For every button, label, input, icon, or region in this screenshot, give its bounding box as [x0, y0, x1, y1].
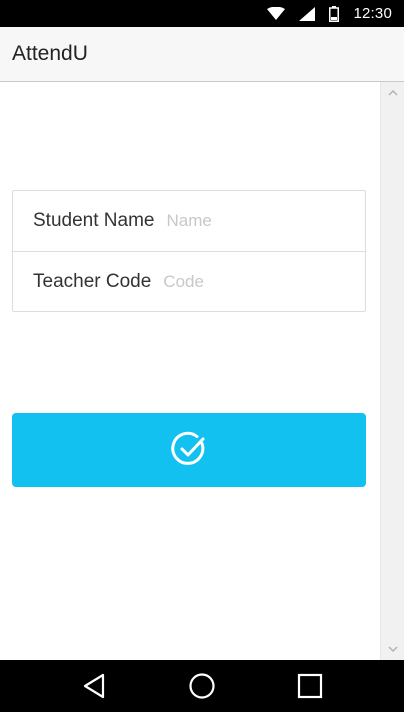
- app-title: AttendU: [12, 42, 88, 65]
- login-form: Student Name Teacher Code: [12, 190, 366, 312]
- status-bar: 12:30: [0, 0, 404, 27]
- recents-icon[interactable]: [290, 666, 330, 706]
- student-name-label: Student Name: [33, 210, 155, 231]
- content-area[interactable]: Student Name Teacher Code: [0, 82, 404, 660]
- teacher-code-label: Teacher Code: [33, 270, 152, 292]
- teacher-code-row: Teacher Code: [13, 251, 365, 311]
- scroll-up-arrow-icon[interactable]: [381, 84, 404, 102]
- student-name-row: Student Name: [13, 191, 365, 251]
- app-bar: AttendU: [0, 27, 404, 82]
- battery-icon: [329, 5, 340, 22]
- wifi-icon: [267, 6, 286, 21]
- home-icon[interactable]: [182, 666, 222, 706]
- back-icon[interactable]: [74, 666, 114, 706]
- student-name-input[interactable]: [166, 201, 365, 241]
- scrollbar[interactable]: [380, 82, 404, 660]
- signal-icon: [299, 6, 316, 21]
- submit-button[interactable]: [12, 413, 366, 487]
- scroll-down-arrow-icon[interactable]: [381, 640, 404, 658]
- nav-bar: [0, 660, 404, 712]
- status-time: 12:30: [353, 5, 392, 22]
- check-circle-icon: [171, 431, 207, 470]
- app-screen: 12:30 AttendU Student Name Teacher Code: [0, 0, 404, 712]
- teacher-code-input[interactable]: [163, 261, 365, 302]
